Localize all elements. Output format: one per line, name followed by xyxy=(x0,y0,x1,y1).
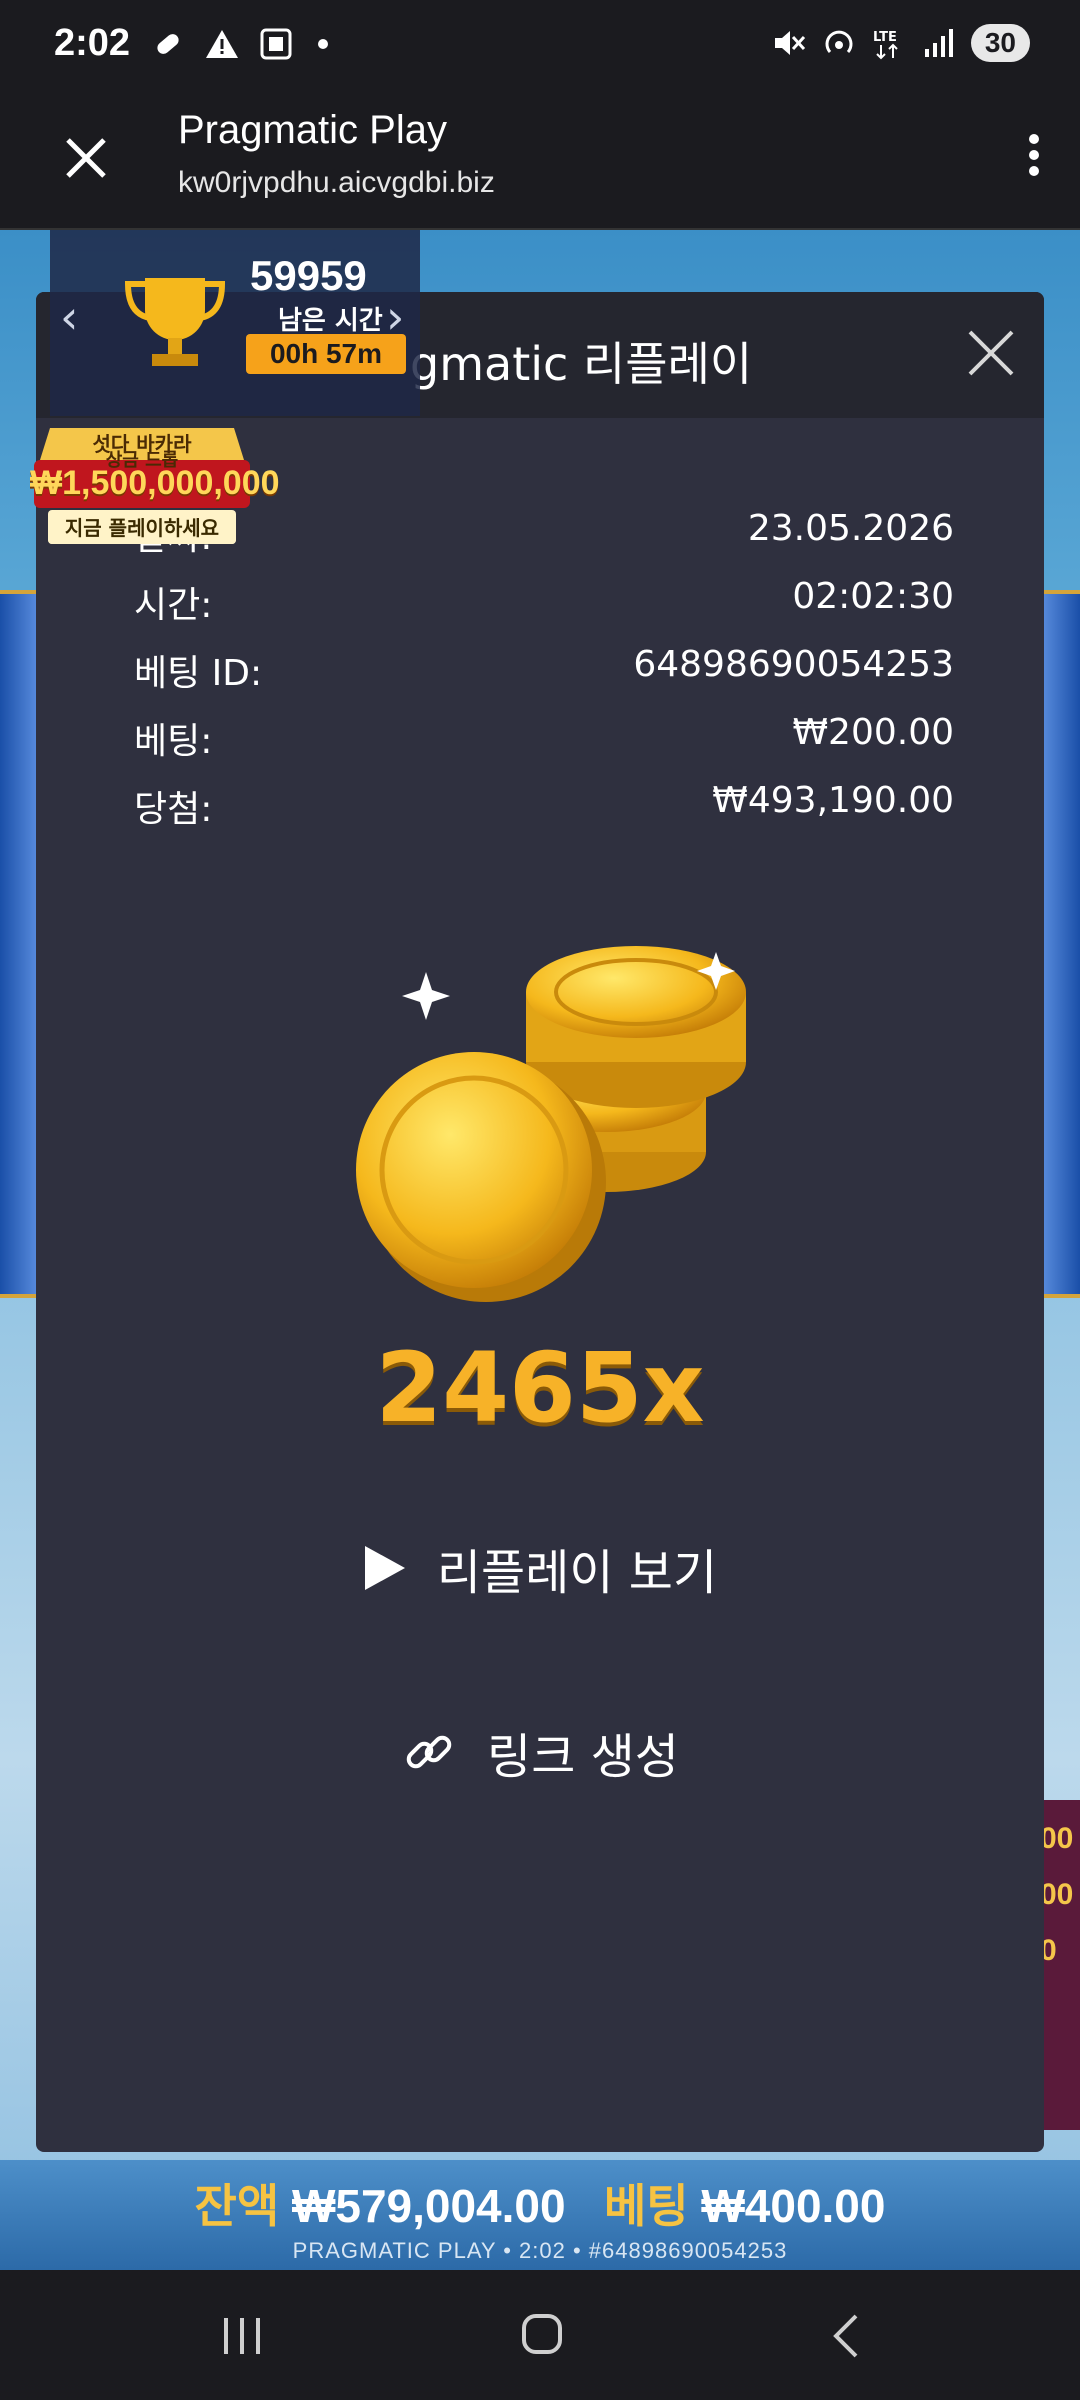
info-label: 베팅 ID: xyxy=(134,653,263,694)
balance-label: 잔액 xyxy=(194,2180,280,2232)
more-options-icon[interactable] xyxy=(1024,128,1044,188)
browser-toolbar: Pragmatic Play kw0rjvpdhu.aicvgdbi.biz xyxy=(0,100,1080,230)
close-icon[interactable] xyxy=(964,326,1018,380)
trophy-icon xyxy=(124,278,226,366)
promo-widget[interactable]: ‹ 59959 남은 시간 00h 57m xyxy=(50,230,420,416)
battery-indicator: 30 xyxy=(970,24,1030,62)
info-value: 02:02:30 xyxy=(792,576,954,617)
back-icon[interactable] xyxy=(830,2312,860,2360)
info-label: 당첨: xyxy=(134,789,213,830)
lte-icon: LTE xyxy=(873,30,898,60)
info-value: 23.05.2026 xyxy=(747,508,954,549)
status-bar: 2:02 LTE 30 xyxy=(0,0,1080,100)
promo-remaining-label: 남은 시간 xyxy=(278,306,383,336)
watch-replay-label: 리플레이 보기 xyxy=(436,1545,718,1601)
info-label: 베팅: xyxy=(134,721,213,762)
side-value: 00 xyxy=(1040,1822,1074,1855)
link-icon xyxy=(406,1735,452,1769)
balance-bet-line: 잔액 ₩579,004.00 베팅 ₩400.00 xyxy=(0,2170,1080,2236)
game-footer: PRAGMATIC PLAY • 2:02 • #64898690054253 xyxy=(292,2238,788,2263)
play-now-label: 지금 플레이하세요 xyxy=(48,512,236,544)
win-multiplier: 2465x xyxy=(375,1332,705,1444)
chevron-right-icon[interactable]: › xyxy=(386,290,404,344)
info-label: 시간: xyxy=(134,585,213,626)
hotspot-icon xyxy=(825,30,853,53)
status-left-icons xyxy=(150,26,328,62)
promo-count: 59959 xyxy=(250,252,367,299)
pill-icon xyxy=(157,34,179,54)
side-value: 0 xyxy=(1040,1934,1057,1967)
recent-apps-icon[interactable] xyxy=(220,2316,264,2356)
mute-icon xyxy=(774,31,805,55)
promo-badge-amount: ₩1,500,000,000 xyxy=(30,464,280,502)
bet-value: ₩400.00 xyxy=(701,2180,886,2232)
play-icon xyxy=(364,1546,405,1590)
info-value: ₩493,190.00 xyxy=(712,780,954,821)
status-time: 2:02 xyxy=(54,22,131,64)
home-icon[interactable] xyxy=(520,2312,564,2356)
gold-coins-icon xyxy=(356,946,746,1302)
info-value: ₩200.00 xyxy=(792,712,954,753)
signal-icon xyxy=(924,29,953,57)
side-value: 00 xyxy=(1040,1878,1074,1911)
watch-replay-button[interactable]: 리플레이 보기 xyxy=(36,1528,1044,1608)
navigation-bar xyxy=(0,2272,1080,2400)
promo-timer: 00h 57m xyxy=(246,334,406,374)
close-icon[interactable] xyxy=(58,130,114,186)
promo-badge[interactable]: 섯다 바카라 상금 드롭 ₩1,500,000,000 지금 플레이하세요 xyxy=(30,420,280,546)
status-right-icons: LTE 30 xyxy=(771,24,1030,62)
balance-value: ₩579,004.00 xyxy=(291,2180,566,2232)
replay-dialog: gmatic 리플레이 날짜: 23.05.2026 시간: 02:02:30 … xyxy=(36,292,1044,2152)
replay-dialog-title: gmatic 리플레이 xyxy=(410,337,753,391)
svg-text:LTE: LTE xyxy=(873,30,897,45)
page-title: Pragmatic Play xyxy=(178,108,447,152)
create-link-button[interactable]: 링크 생성 xyxy=(36,1712,1044,1792)
info-value: 64898690054253 xyxy=(633,644,954,685)
create-link-label: 링크 생성 xyxy=(487,1729,679,1785)
bet-label: 베팅 xyxy=(603,2180,689,2232)
dot-icon xyxy=(318,39,328,49)
page-url[interactable]: kw0rjvpdhu.aicvgdbi.biz xyxy=(178,166,495,200)
screenshot-icon xyxy=(260,28,292,60)
chevron-left-icon[interactable]: ‹ xyxy=(60,290,78,344)
warning-icon xyxy=(206,30,238,58)
